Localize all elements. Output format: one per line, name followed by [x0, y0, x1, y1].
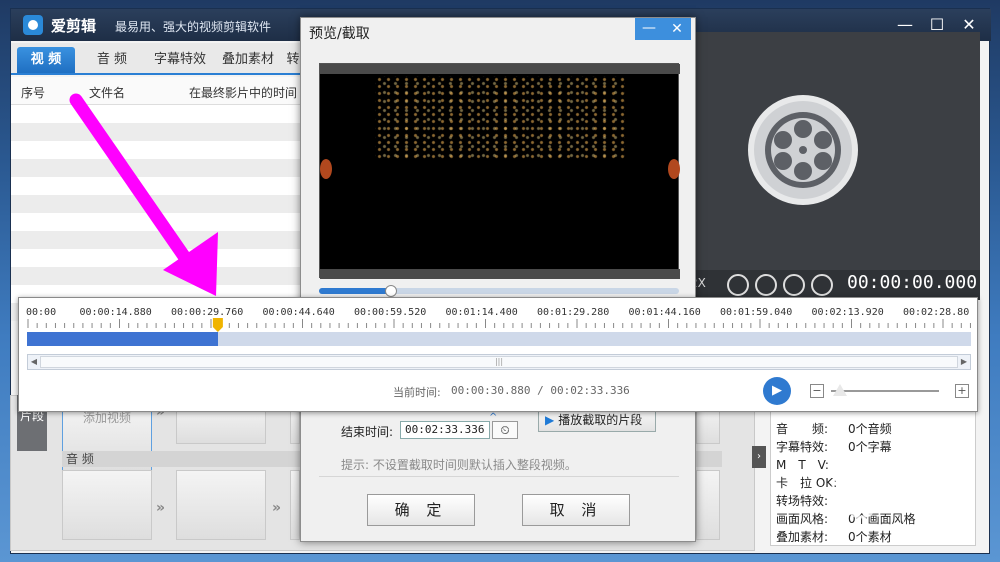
scrollbar-thumb[interactable]: |||	[40, 356, 958, 368]
dialog-minimize-button[interactable]: —	[635, 18, 663, 40]
watermark-paw-icon: du 经验	[831, 457, 946, 519]
media-tab-bar: 视 频 音 频 字幕特效 叠加素材 转	[11, 43, 301, 75]
info-row-audio: 音 频: 0个音频	[776, 422, 892, 436]
current-time-value: 00:00:30.880 / 00:02:33.336	[451, 384, 630, 397]
video-letterbox-top	[320, 64, 680, 74]
timeline-tick-label: 00:02:28.80	[903, 307, 969, 318]
app-logo-icon	[23, 15, 43, 35]
timeline-tick-label: 00:02:13.920	[812, 307, 884, 318]
end-time-input[interactable]: 00:02:33.336	[400, 421, 490, 439]
video-progress-knob[interactable]	[385, 285, 397, 297]
timeline-scrollbar[interactable]: ◀ ||| ▶	[27, 354, 971, 370]
tab-subtitle-effects[interactable]: 字幕特效	[149, 47, 211, 73]
audio-slot[interactable]	[290, 470, 300, 540]
expand-panel-icon[interactable]: ›	[752, 446, 766, 468]
dialog-close-button[interactable]: ✕	[663, 18, 691, 40]
svg-text:经验: 经验	[894, 482, 946, 512]
zoom-in-button[interactable]: +	[955, 384, 969, 398]
zoom-slider-knob[interactable]	[833, 384, 847, 396]
timeline-tick-label: 00:00:44.640	[263, 307, 335, 318]
video-list[interactable]	[11, 105, 301, 321]
timeline-progress-fill	[27, 332, 218, 346]
timeline-tick-label: 00:01:29.280	[537, 307, 609, 318]
timeline-play-button[interactable]: ▶	[763, 377, 791, 405]
video-letterbox-bottom	[320, 269, 680, 279]
timeline-tick-label: 00:01:44.160	[629, 307, 701, 318]
timeline-tick-label: 00:00:59.520	[354, 307, 426, 318]
col-index: 序号	[21, 86, 46, 100]
tip-text: 提示: 不设置截取时间则默认插入整段视频。	[341, 458, 577, 472]
timeline-tick-label: 00:00	[26, 307, 56, 318]
timeline-tick-label: 00:01:14.400	[446, 307, 518, 318]
tab-transition[interactable]: 转	[285, 47, 301, 73]
timeline-ruler[interactable]: 00:00 00:00:14.880 00:00:29.760 00:00:44.64…	[19, 298, 979, 332]
col-time: 在最终影片中的时间	[189, 86, 298, 100]
tab-overlay[interactable]: 叠加素材	[217, 47, 279, 73]
playhead-handle[interactable]	[212, 318, 223, 332]
video-progress-bar[interactable]	[319, 285, 679, 297]
volume-circle-icon[interactable]	[783, 274, 805, 296]
ok-button[interactable]: 确 定	[367, 494, 475, 526]
play-icon: ▶	[545, 413, 555, 427]
chevron-right-icon: »	[272, 500, 282, 516]
audio-slot[interactable]	[176, 470, 266, 540]
zoom-slider[interactable]	[831, 390, 939, 392]
timeline-tick-label: 00:01:59.040	[720, 307, 792, 318]
timeline-track[interactable]	[27, 332, 971, 346]
app-subtitle: 最易用、强大的视频剪辑软件	[115, 20, 272, 34]
clock-icon[interactable]: ⏲	[492, 421, 518, 439]
scroll-right-icon[interactable]: ▶	[958, 355, 970, 369]
play-circle-icon[interactable]	[727, 274, 749, 296]
stop-circle-icon[interactable]	[755, 274, 777, 296]
divider	[319, 476, 679, 477]
info-row-subtitles: 字幕特效: 0个字幕	[776, 440, 892, 454]
decoration-image	[320, 159, 332, 179]
timeline-tick-label: 00:00:29.760	[171, 307, 243, 318]
chevron-right-icon: »	[156, 500, 166, 516]
tab-audio[interactable]: 音 频	[83, 47, 141, 73]
play-segment-label: 播放截取的片段	[558, 413, 643, 427]
preview-time: 00:00:00.000	[847, 272, 978, 293]
audio-slot[interactable]	[62, 470, 152, 540]
video-preview[interactable]	[319, 63, 680, 279]
film-reel-icon	[748, 95, 858, 205]
cancel-button[interactable]: 取 消	[522, 494, 630, 526]
audio-slot[interactable]	[696, 470, 720, 540]
end-time-label: 结束时间:	[341, 425, 394, 439]
current-time-label: 当前时间:	[393, 386, 441, 399]
list-header: 序号 文件名 在最终影片中的时间	[11, 77, 301, 105]
fullscreen-circle-icon[interactable]	[811, 274, 833, 296]
svg-text:du: du	[850, 495, 869, 513]
app-title: 爱剪辑	[51, 17, 97, 35]
tab-video[interactable]: 视 频	[17, 47, 75, 73]
decoration-image	[668, 159, 680, 179]
preview-trim-dialog: 预览/截取 — ✕ ^ 结束时间: 00:02:33.336 ⏲ ▶ 播放截取的片…	[300, 17, 696, 542]
fireworks-image	[375, 76, 625, 161]
video-progress-fill	[319, 288, 391, 294]
scroll-left-icon[interactable]: ◀	[28, 355, 40, 369]
dialog-title: 预览/截取	[309, 26, 370, 42]
zoom-out-button[interactable]: −	[810, 384, 824, 398]
timeline-tick-label: 00:00:14.880	[80, 307, 152, 318]
col-filename: 文件名	[89, 86, 126, 100]
timeline-panel: 00:00 00:00:14.880 00:00:29.760 00:00:44.64…	[18, 297, 978, 412]
